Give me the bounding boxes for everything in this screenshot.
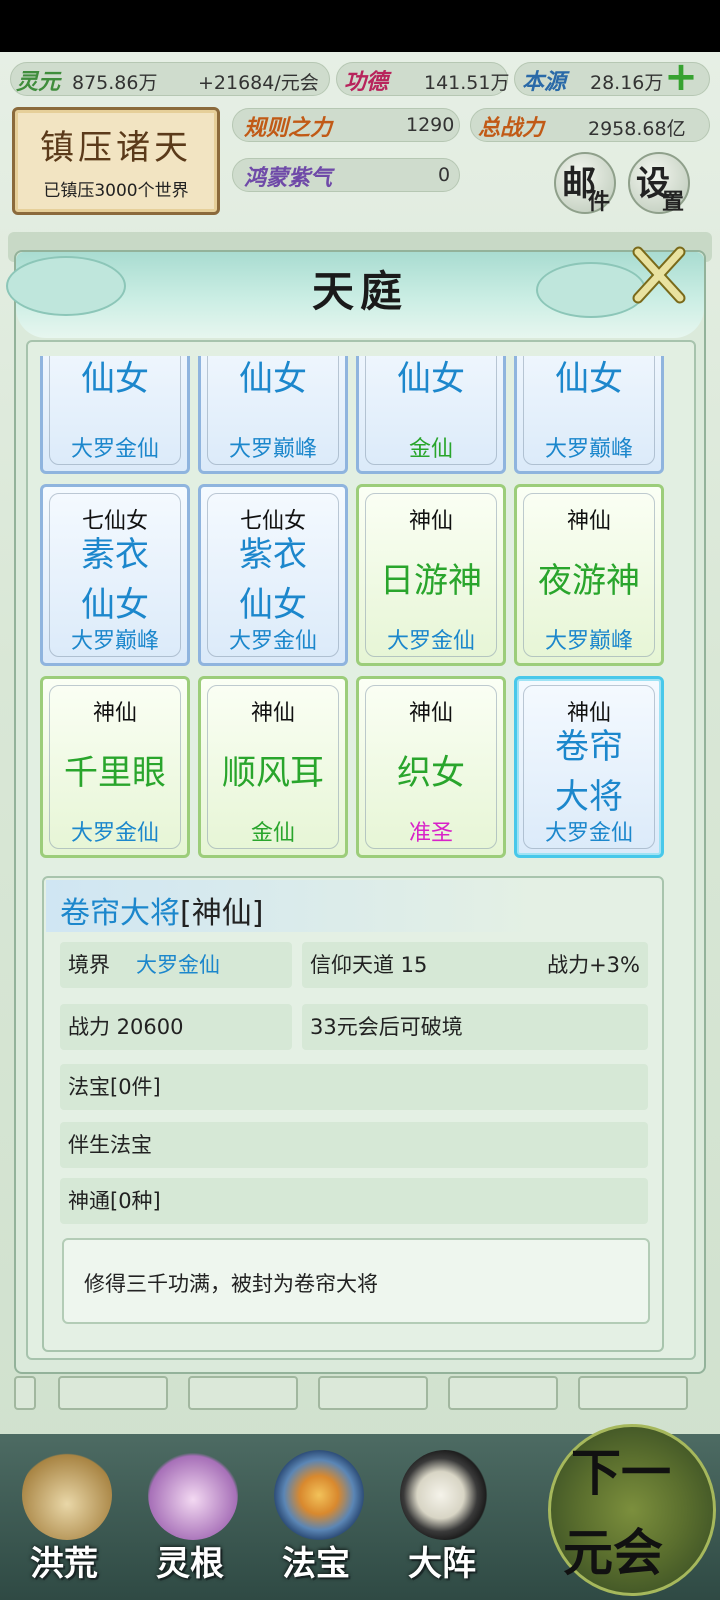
power-bonus: 战力+3% bbox=[547, 953, 640, 977]
card-顺风耳[interactable]: 神仙 顺风耳 金仙 bbox=[198, 676, 348, 858]
realm-value: 大罗金仙 bbox=[136, 953, 220, 977]
card-日游神[interactable]: 神仙 日游神 大罗金仙 bbox=[356, 484, 506, 666]
treasures-text: 法宝[0件] bbox=[68, 1075, 161, 1099]
companion-treasure-text: 伴生法宝 bbox=[68, 1133, 152, 1157]
card-绿衣仙女[interactable]: 绿衣 仙女 金仙 bbox=[356, 356, 506, 474]
suppress-panel[interactable]: 镇压诸天 已镇压3000个世界 bbox=[12, 107, 220, 215]
next-era-button[interactable]: 下一 元会 bbox=[548, 1424, 716, 1596]
lotus-icon bbox=[148, 1450, 238, 1540]
card-织女[interactable]: 神仙 织女 准圣 bbox=[356, 676, 506, 858]
nav-fabao[interactable]: 法宝 bbox=[256, 1440, 376, 1600]
close-icon bbox=[632, 246, 686, 304]
companion-treasure-field[interactable]: 伴生法宝 bbox=[60, 1122, 648, 1168]
card-千里眼[interactable]: 神仙 千里眼 大罗金仙 bbox=[40, 676, 190, 858]
nav-linggen[interactable]: 灵根 bbox=[130, 1440, 250, 1600]
treasure-orb-icon bbox=[274, 1450, 364, 1540]
treasures-field[interactable]: 法宝[0件] bbox=[60, 1064, 648, 1110]
card-毛衣仙女[interactable]: 毛衣 仙女 大罗金仙 bbox=[40, 356, 190, 474]
detail-panel: 卷帘大将[神仙] 境界 大罗金仙 信仰天道 15 战力+3% 战力 20600 … bbox=[42, 876, 664, 1352]
gongde-value: 141.51万 bbox=[424, 72, 510, 94]
realm-label: 境界 bbox=[68, 953, 110, 977]
close-button[interactable] bbox=[628, 244, 690, 306]
nav-dazhen[interactable]: 大阵 bbox=[382, 1440, 502, 1600]
modal-header: 天庭 bbox=[6, 252, 704, 338]
mail-button-small: 件 bbox=[587, 189, 610, 215]
guize-label: 规则之力 bbox=[244, 115, 333, 141]
hongmeng-label: 鸿蒙紫气 bbox=[244, 165, 333, 191]
card-黄衣仙女[interactable]: 黄衣 仙女 大罗巅峰 bbox=[198, 356, 348, 474]
card-素衣仙女[interactable]: 七仙女 素衣 仙女 大罗巅峰 bbox=[40, 484, 190, 666]
card-卷帘大将[interactable]: 神仙 卷帘 大将 大罗金仙 bbox=[514, 676, 664, 858]
breakthrough-text: 33元会后可破境 bbox=[310, 1015, 463, 1039]
nav-honghuang[interactable]: 洪荒 bbox=[4, 1440, 124, 1600]
settings-button[interactable]: 设 置 bbox=[628, 152, 690, 215]
abilities-field[interactable]: 神通[0种] bbox=[60, 1178, 648, 1224]
next-era-line1: 下一 bbox=[571, 1443, 671, 1502]
benyuan-value: 28.16万 bbox=[590, 72, 664, 94]
breakthrough-field: 33元会后可破境 bbox=[302, 1004, 648, 1050]
mountain-icon bbox=[22, 1450, 112, 1540]
suppress-title: 镇压诸天 bbox=[40, 128, 192, 168]
add-icon[interactable]: + bbox=[664, 57, 698, 97]
suppress-subtitle: 已镇压3000个世界 bbox=[43, 181, 189, 201]
yin-yang-icon bbox=[400, 1450, 490, 1540]
card-夜游神[interactable]: 神仙 夜游神 大罗巅峰 bbox=[514, 484, 664, 666]
settings-button-small: 置 bbox=[661, 189, 684, 215]
faith-field: 信仰天道 15 战力+3% bbox=[302, 942, 648, 988]
lingyuan-value: 875.86万 bbox=[72, 72, 158, 94]
card-青衣仙女[interactable]: 青衣 仙女 大罗巅峰 bbox=[514, 356, 664, 474]
guize-value: 1290 bbox=[406, 114, 455, 136]
description-text: 修得三千功满，被封为卷帘大将 bbox=[84, 1272, 378, 1296]
mail-button[interactable]: 邮 件 bbox=[554, 152, 616, 215]
zongzhanli-value: 2958.68亿 bbox=[588, 118, 686, 140]
status-bar bbox=[0, 0, 720, 52]
zongzhanli-label: 总战力 bbox=[478, 115, 545, 141]
lingyuan-label: 灵元 bbox=[16, 69, 61, 95]
power-field: 战力 20600 bbox=[60, 1004, 292, 1050]
benyuan-label: 本源 bbox=[522, 69, 567, 95]
realm-field: 境界 大罗金仙 bbox=[60, 942, 292, 988]
detail-title: 卷帘大将[神仙] bbox=[60, 888, 263, 932]
card-紫衣仙女[interactable]: 七仙女 紫衣 仙女 大罗金仙 bbox=[198, 484, 348, 666]
abilities-text: 神通[0种] bbox=[68, 1189, 161, 1213]
detail-category: [神仙] bbox=[180, 896, 264, 931]
detail-name: 卷帘大将 bbox=[60, 896, 180, 931]
character-grid[interactable]: 毛衣 仙女 大罗金仙 黄衣 仙女 大罗巅峰 绿衣 仙女 金仙 青衣 仙女 大罗巅… bbox=[40, 356, 666, 862]
lingyuan-rate: +21684/元会 bbox=[198, 72, 319, 94]
hongmeng-value: 0 bbox=[438, 164, 451, 186]
modal-title: 天庭 bbox=[311, 267, 408, 316]
detail-header: 卷帘大将[神仙] bbox=[46, 880, 660, 932]
power-text: 战力 20600 bbox=[68, 1015, 184, 1039]
description-box: 修得三千功满，被封为卷帘大将 bbox=[62, 1238, 650, 1324]
background-slots bbox=[14, 1376, 706, 1414]
next-era-line2: 元会 bbox=[563, 1523, 663, 1582]
faith-text: 信仰天道 15 bbox=[310, 953, 428, 977]
gongde-label: 功德 bbox=[344, 69, 389, 95]
